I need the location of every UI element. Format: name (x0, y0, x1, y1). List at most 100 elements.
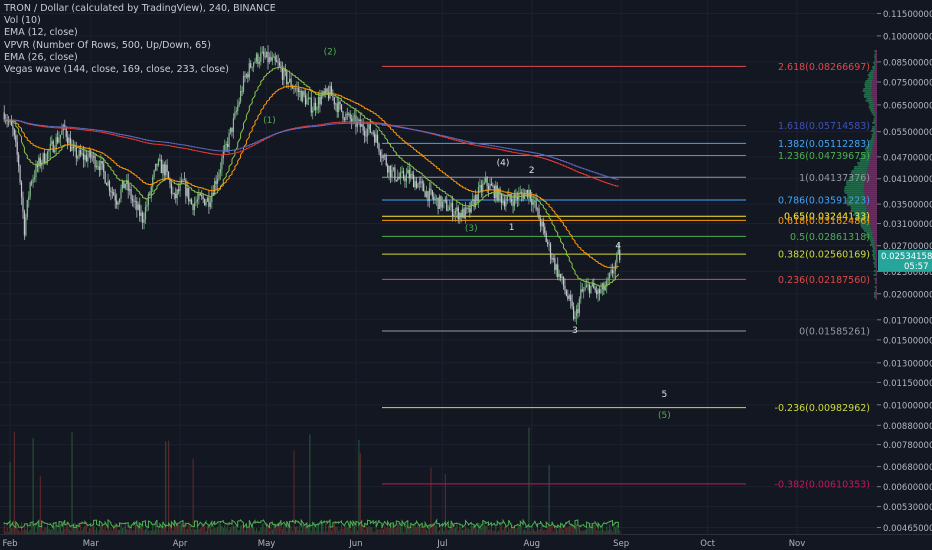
legend-volume[interactable]: Vol (10) (4, 15, 276, 27)
volume-bar (201, 523, 203, 534)
volume-bar (48, 528, 50, 534)
vpvr-bar-up (875, 298, 877, 300)
candle-body (160, 159, 162, 174)
candle-body (577, 309, 579, 314)
volume-bar (309, 434, 311, 534)
vpvr-bar-down (871, 154, 877, 156)
candle-body (142, 212, 144, 223)
fib-level-label[interactable]: 0.236(0.02187560) (778, 275, 870, 286)
legend-ema-26[interactable]: EMA (26, close) (4, 52, 276, 64)
volume-bar (338, 530, 340, 534)
candle-body (382, 155, 384, 159)
vpvr-bar-down (869, 164, 877, 166)
legend-vpvr[interactable]: VPVR (Number Of Rows, 500, Up/Down, 65) (4, 40, 276, 52)
price-tick-label: 0.05500000 (883, 128, 932, 138)
volume-bar (571, 525, 573, 534)
fib-level-label[interactable]: -0.382(0.00610353) (775, 479, 870, 490)
candle-body (183, 179, 186, 181)
candle-body (111, 192, 113, 193)
fib-level-label[interactable]: 1.618(0.05714583) (778, 121, 870, 132)
candle-body (545, 233, 547, 243)
candle-body (433, 196, 435, 200)
volume-bar (508, 527, 510, 534)
vpvr-bar-up (857, 162, 870, 164)
vpvr-bar-up (873, 248, 876, 250)
candle-body (372, 132, 374, 134)
price-chart[interactable]: 2.618(0.08266697) 1.618(0.05714583) 1.382(… (0, 0, 932, 550)
vpvr-bar-down (875, 266, 877, 268)
fib-level-label[interactable]: 2.618(0.08266697) (778, 62, 870, 73)
candle-body (381, 156, 383, 159)
vpvr-bar-down (875, 274, 877, 276)
candle-body (303, 91, 305, 96)
candle-body (72, 146, 75, 149)
volume-bar (440, 526, 442, 534)
volume-bar (13, 431, 15, 534)
vpvr-bar-down (870, 222, 877, 224)
legend-vegas-wave[interactable]: Vegas wave (144, close, 169, close, 233,… (4, 64, 276, 76)
candle-body (585, 284, 588, 288)
volume-bar (606, 526, 608, 534)
vpvr-bar-down (875, 54, 877, 56)
volume-bar (310, 530, 312, 534)
vpvr-bar-up (844, 186, 865, 188)
candle-body (604, 286, 606, 291)
candle-body (28, 196, 30, 200)
volume-bar (573, 527, 575, 534)
candle-body (420, 181, 422, 183)
volume-bar (268, 530, 271, 534)
volume-bar (247, 527, 249, 534)
price-axis[interactable]: 0.11500000 0.10000000 0.08500000 0.07500000… (877, 0, 932, 550)
volume-bar (529, 531, 531, 534)
vpvr-bar-down (874, 110, 877, 112)
volume-bar (521, 525, 523, 534)
fib-level-label[interactable]: 1(0.04137376) (799, 173, 870, 184)
candle-body (513, 194, 516, 207)
vpvr-bar-up (866, 98, 873, 100)
candle-body (54, 150, 56, 153)
candle-body (581, 289, 583, 292)
vpvr-bar-up (873, 258, 876, 260)
price-tick-label: 0.08500000 (883, 58, 932, 68)
vpvr-bar-down (866, 170, 877, 172)
volume-bar (528, 427, 530, 534)
candle-body (206, 197, 209, 202)
vpvr-bar-down (870, 156, 877, 158)
fib-level-label[interactable]: 0.382(0.02560169) (778, 250, 870, 261)
volume-bar (23, 526, 26, 534)
candle-body (489, 183, 491, 190)
vpvr-bar-down (871, 96, 877, 98)
time-tick-label: Nov (789, 539, 806, 549)
volume-bar (55, 525, 57, 534)
volume-bar (405, 524, 407, 534)
fib-level-label[interactable]: 0.786(0.03591223) (778, 195, 870, 206)
legend-ema-12[interactable]: EMA (12, close) (4, 27, 276, 39)
candle-body (195, 201, 197, 204)
candle-body (583, 289, 585, 292)
fib-level-label[interactable]: 0.5(0.02861318) (790, 232, 870, 243)
volume-bar (368, 525, 370, 534)
candle-body (352, 116, 354, 122)
volume-bar (240, 525, 242, 534)
candle-body (48, 149, 50, 152)
vpvr-bar-up (874, 278, 876, 280)
vpvr-bar-down (875, 132, 877, 134)
candle-body (531, 198, 533, 205)
fib-level-label[interactable]: -0.236(0.00982962) (775, 403, 870, 414)
fib-level-label[interactable]: 0(0.01585261) (799, 326, 870, 337)
volume-bar (244, 530, 246, 534)
volume-bar (539, 528, 542, 534)
fib-level-label[interactable]: 1.382(0.05112283) (778, 139, 870, 150)
vpvr-bar-up (869, 244, 875, 246)
volume-bar (381, 527, 383, 534)
chart-title[interactable]: TRON / Dollar (calculated by TradingView… (4, 3, 276, 15)
candle-body (571, 301, 573, 307)
time-axis[interactable]: Feb Mar Apr May Jun Jul Aug Sep Oct Nov (0, 534, 932, 550)
fib-level-label[interactable]: 0.618(0.03162486) (778, 216, 870, 227)
volume-bar (98, 529, 100, 534)
wave-label: (5) (658, 411, 671, 421)
vpvr-bar-down (875, 278, 877, 280)
fib-level-label[interactable]: 1.236(0.04739675) (778, 151, 870, 162)
candle-body (208, 197, 210, 207)
candle-body (349, 113, 351, 119)
